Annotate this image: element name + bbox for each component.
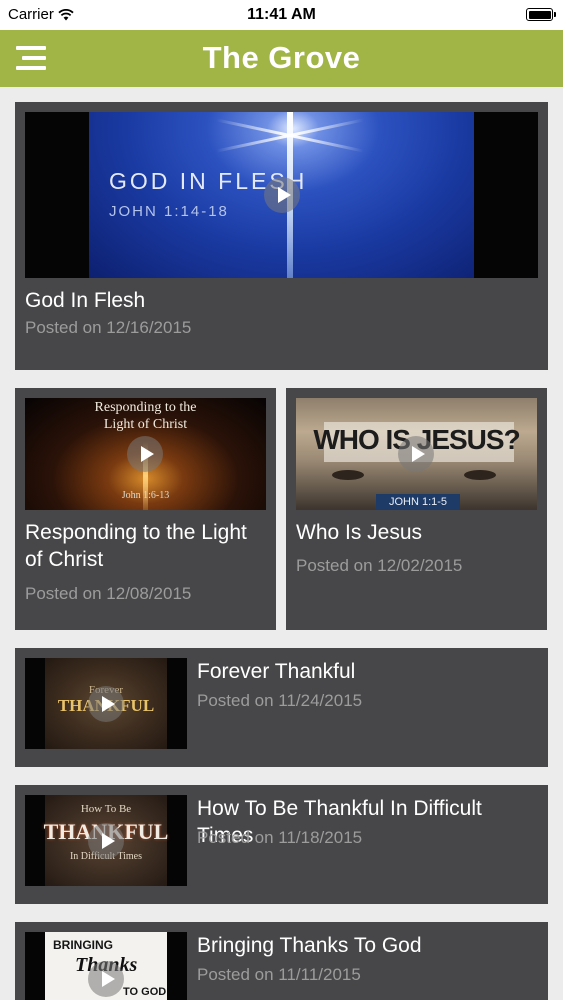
sermon-date: Posted on 11/18/2015 (197, 828, 363, 847)
sermon-date: Posted on 12/02/2015 (296, 556, 463, 575)
play-icon[interactable] (88, 686, 124, 722)
thumbnail-reference: JOHN 1:14-18 (109, 203, 229, 220)
sermon-date: Posted on 12/08/2015 (25, 584, 192, 603)
sermon-thumbnail[interactable]: Forever THANKFUL (25, 658, 187, 749)
play-icon[interactable] (127, 436, 163, 472)
thumbnail-title: Responding to the (94, 400, 197, 415)
sermon-card[interactable]: Forever THANKFUL Forever Thankful Posted… (15, 648, 548, 767)
sermon-card[interactable]: GOD IN FLESH JOHN 1:14-18 God In Flesh P… (15, 102, 548, 370)
sermon-thumbnail[interactable]: WHO IS JESUS? JOHN 1:1-5 (296, 398, 537, 510)
sermon-title: Forever Thankful (197, 660, 356, 683)
page-title: The Grove (202, 40, 361, 75)
sermon-thumbnail[interactable]: Responding to the Light of Christ John 1… (25, 398, 266, 510)
sermon-date: Posted on 11/11/2015 (197, 965, 361, 984)
sermon-date: Posted on 12/16/2015 (25, 318, 192, 337)
thumbnail-reference: John 1:6-13 (121, 490, 170, 501)
play-icon[interactable] (264, 177, 300, 213)
thumbnail-caption: TO GOD (123, 986, 167, 998)
status-time: 11:41 AM (247, 6, 316, 23)
status-bar: Carrier 11:41 AM (0, 0, 563, 30)
sermon-title: Who Is Jesus (296, 521, 423, 544)
play-icon[interactable] (88, 823, 124, 859)
sermon-thumbnail[interactable]: GOD IN FLESH JOHN 1:14-18 (25, 112, 538, 278)
sermon-thumbnail[interactable]: BRINGING Thanks TO GOD (25, 932, 187, 1000)
sermon-title: Responding to the Light of Christ (25, 521, 247, 571)
sermon-card[interactable]: How To Be THANKFUL In Difficult Times Ho… (15, 785, 548, 904)
thumbnail-reference: JOHN 1:1-5 (376, 494, 460, 510)
sermon-card[interactable]: WHO IS JESUS? JOHN 1:1-5 Who Is Jesus Po… (286, 388, 547, 630)
battery-icon (526, 8, 556, 21)
sermon-card[interactable]: Responding to the Light of Christ John 1… (15, 388, 276, 630)
sermon-title: God In Flesh (25, 289, 146, 312)
thumbnail-title: How To Be (80, 803, 132, 815)
sermon-thumbnail[interactable]: How To Be THANKFUL In Difficult Times (25, 795, 187, 886)
thumbnail-subtitle: Light of Christ (103, 417, 188, 432)
sermon-date: Posted on 11/24/2015 (197, 691, 363, 710)
sermon-card[interactable]: BRINGING Thanks TO GOD Bringing Thanks T… (15, 922, 548, 1000)
nav-bar: The Grove (0, 30, 563, 87)
play-icon[interactable] (88, 961, 124, 997)
thumbnail-title: BRINGING (53, 938, 113, 952)
sermon-title: Bringing Thanks To God (197, 934, 422, 957)
play-icon[interactable] (398, 436, 434, 472)
